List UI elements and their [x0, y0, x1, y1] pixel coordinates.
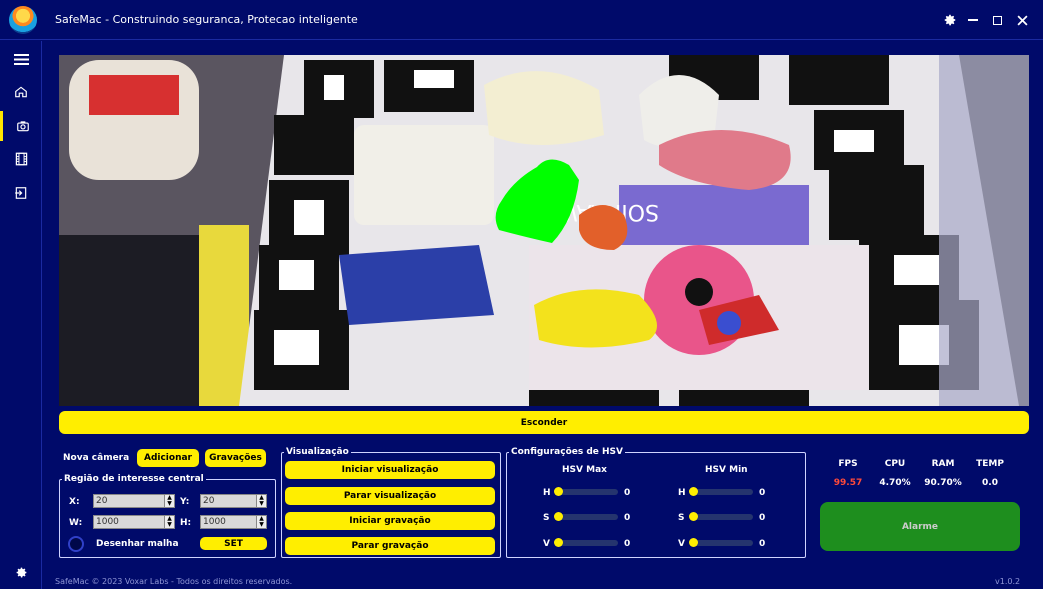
hsv-legend: Configurações de HSV: [511, 447, 623, 457]
start-view-button[interactable]: Iniciar visualização: [285, 461, 495, 479]
menu-icon[interactable]: [0, 44, 42, 74]
hsv-max-v-slider[interactable]: [554, 538, 618, 547]
y-input[interactable]: 20 ▲ ▼: [200, 494, 267, 508]
hsv-min-v-value: 0: [759, 539, 766, 549]
sidebar: [0, 41, 42, 589]
version-label: v1.0.2: [995, 577, 1021, 586]
home-icon[interactable]: [0, 77, 42, 107]
slider-knob[interactable]: [554, 487, 563, 496]
hsv-max-h-value: 0: [624, 488, 631, 498]
hsv-min-s-slider[interactable]: [689, 512, 753, 521]
alarm-button[interactable]: Alarme: [820, 502, 1020, 551]
w-input[interactable]: 1000 ▲ ▼: [93, 515, 175, 529]
h-value: 1000: [203, 517, 226, 527]
temp-label: TEMP: [976, 459, 1004, 469]
hsv-max-v-label: V: [543, 539, 550, 549]
hsv-max-s-value: 0: [624, 513, 631, 523]
hsv-max-s-slider[interactable]: [554, 512, 618, 521]
gear-icon[interactable]: [0, 557, 42, 587]
roi-legend: Região de interesse central: [64, 474, 204, 484]
hsv-min-v-label: V: [678, 539, 685, 549]
h-label: H:: [180, 518, 192, 528]
hsv-min-v-slider[interactable]: [689, 538, 753, 547]
recordings-button[interactable]: Gravações: [205, 449, 266, 467]
slider-knob[interactable]: [554, 512, 563, 521]
spin-arrows-icon[interactable]: ▲ ▼: [164, 495, 174, 507]
hsv-min-h-label: H: [678, 488, 686, 498]
hsv-min-h-slider[interactable]: [689, 487, 753, 496]
hsv-max-v-value: 0: [624, 539, 631, 549]
hsv-max-title: HSV Max: [562, 465, 607, 475]
hsv-min-h-value: 0: [759, 488, 766, 498]
hsv-min-s-label: S: [678, 513, 685, 523]
x-value: 20: [96, 496, 108, 506]
fps-value: 99.57: [833, 478, 863, 488]
film-icon[interactable]: [0, 144, 42, 174]
slider-knob[interactable]: [689, 538, 698, 547]
h-input[interactable]: 1000 ▲ ▼: [200, 515, 267, 529]
hsv-max-h-slider[interactable]: [554, 487, 618, 496]
camera-icon[interactable]: [0, 111, 42, 141]
start-recording-button[interactable]: Iniciar gravação: [285, 512, 495, 530]
cpu-label: CPU: [884, 459, 906, 469]
ram-value: 90.70%: [924, 478, 962, 488]
minimize-icon[interactable]: [963, 10, 983, 30]
settings-icon[interactable]: [940, 10, 960, 30]
hsv-max-s-label: S: [543, 513, 550, 523]
ram-label: RAM: [931, 459, 955, 469]
draw-grid-label: Desenhar malha: [96, 539, 179, 549]
logout-icon[interactable]: [0, 178, 42, 208]
new-camera-label: Nova câmera: [63, 453, 130, 463]
visualization-legend: Visualização: [286, 447, 349, 457]
x-label: X:: [69, 497, 80, 507]
spin-arrows-icon[interactable]: ▲ ▼: [256, 495, 266, 507]
hsv-min-s-value: 0: [759, 513, 766, 523]
close-icon[interactable]: [1012, 10, 1032, 30]
add-camera-button[interactable]: Adicionar: [137, 449, 199, 467]
spin-arrows-icon[interactable]: ▲ ▼: [164, 516, 174, 528]
footer-copyright: SafeMac © 2023 Voxar Labs - Todos os dir…: [55, 577, 293, 586]
slider-knob[interactable]: [689, 487, 698, 496]
title-bar: SafeMac - Construindo seguranca, Proteca…: [0, 0, 1043, 40]
camera-feed-image: SOIRRAW 08: [59, 55, 1029, 406]
window-title: SafeMac - Construindo seguranca, Proteca…: [55, 13, 358, 26]
stop-view-button[interactable]: Parar visualização: [285, 487, 495, 505]
stop-recording-button[interactable]: Parar gravação: [285, 537, 495, 555]
fps-label: FPS: [838, 459, 858, 469]
maximize-icon[interactable]: [987, 10, 1007, 30]
x-input[interactable]: 20 ▲ ▼: [93, 494, 175, 508]
temp-value: 0.0: [982, 478, 998, 488]
app-window: SafeMac - Construindo seguranca, Proteca…: [0, 0, 1043, 589]
slider-knob[interactable]: [689, 512, 698, 521]
cpu-value: 4.70%: [879, 478, 911, 488]
hide-button[interactable]: Esconder: [59, 411, 1029, 434]
w-value: 1000: [96, 517, 119, 527]
w-label: W:: [69, 518, 83, 528]
hsv-max-h-label: H: [543, 488, 551, 498]
draw-grid-radio[interactable]: [68, 536, 84, 552]
set-button[interactable]: SET: [200, 537, 267, 550]
hsv-min-title: HSV Min: [705, 465, 748, 475]
y-label: Y:: [180, 497, 190, 507]
slider-knob[interactable]: [554, 538, 563, 547]
y-value: 20: [203, 496, 215, 506]
safemac-logo-icon: [9, 6, 37, 34]
spin-arrows-icon[interactable]: ▲ ▼: [256, 516, 266, 528]
